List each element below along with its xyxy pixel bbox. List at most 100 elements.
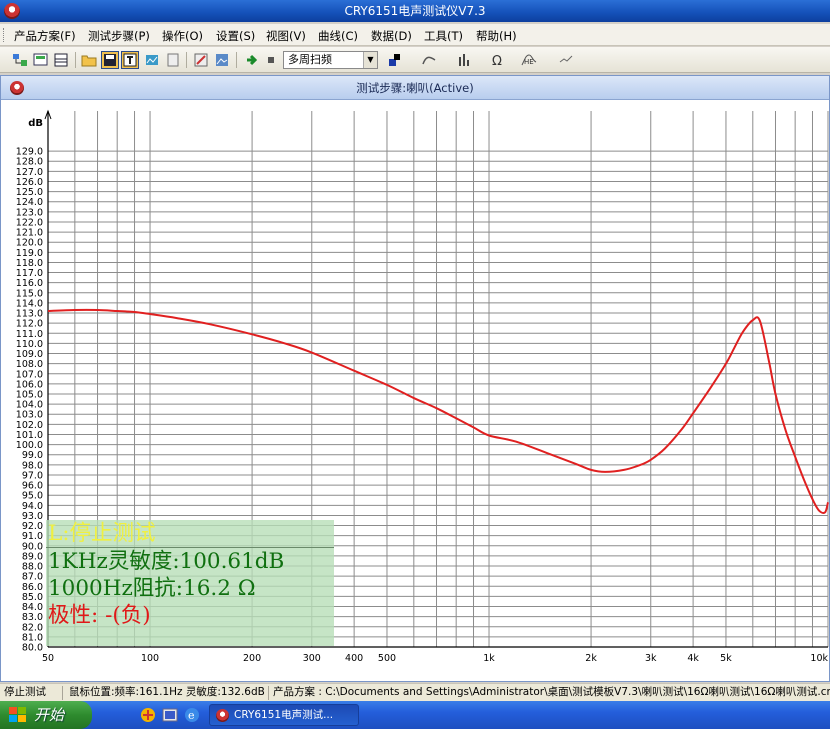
y-tick-label: 98.0 — [22, 460, 43, 471]
impedance-readout: 1000Hz阻抗:16.2 Ω — [48, 576, 256, 601]
start-label: 开始 — [34, 706, 65, 724]
status-bar: 停止测试 鼠标位置:频率:161.1Hz 灵敏度:132.6dB 产品方案 : … — [0, 683, 830, 701]
sweep-mode-value: 多周扫频 — [288, 53, 332, 66]
x-tick-label: 300 — [303, 653, 321, 664]
status-separator — [268, 686, 269, 700]
color-icon[interactable] — [386, 51, 404, 69]
taskbar: 开始 e CRY6151电声测试... — [0, 701, 830, 729]
status-product: 产品方案 : C:\Documents and Settings\Adminis… — [273, 686, 830, 698]
y-tick-label: 102.0 — [16, 420, 43, 431]
start-test-icon[interactable] — [242, 51, 260, 69]
x-tick-label: 50 — [42, 653, 54, 664]
y-tick-label: 89.0 — [22, 551, 43, 562]
taskbar-app-button[interactable]: CRY6151电声测试... — [209, 704, 359, 726]
import-icon[interactable] — [32, 51, 50, 69]
toolbar: Ω HE — [0, 47, 830, 73]
menu-view[interactable]: 视图(V) — [266, 28, 306, 44]
window-icon[interactable] — [164, 51, 182, 69]
x-tick-label: 4k — [687, 653, 699, 664]
status-separator — [62, 686, 63, 700]
status-cursor: 鼠标位置:频率:161.1Hz 灵敏度:132.6dB — [69, 686, 265, 698]
y-tick-label: 103.0 — [16, 410, 43, 421]
y-tick-label: 112.0 — [16, 319, 43, 330]
menu-test-steps[interactable]: 测试步骤(P) — [88, 28, 150, 44]
y-tick-label: 104.0 — [16, 400, 43, 411]
x-tick-label: 5k — [720, 653, 732, 664]
menu-grip[interactable] — [3, 28, 6, 42]
y-tick-label: 81.0 — [22, 632, 43, 643]
new-plan-icon[interactable] — [11, 51, 29, 69]
text-icon[interactable] — [121, 51, 139, 69]
menu-settings[interactable]: 设置(S) — [216, 28, 255, 44]
x-tick-label: 500 — [378, 653, 396, 664]
y-tick-label: 91.0 — [22, 531, 43, 542]
y-tick-label: 86.0 — [22, 582, 43, 593]
y-tick-label: 109.0 — [16, 349, 43, 360]
test-status-text: L:停止测试 — [48, 521, 156, 546]
stop-test-icon[interactable] — [262, 51, 280, 69]
y-tick-label: 83.0 — [22, 612, 43, 623]
y-tick-label: 117.0 — [16, 268, 43, 279]
y-tick-label: 122.0 — [16, 217, 43, 228]
menu-data[interactable]: 数据(D) — [371, 28, 412, 44]
child-app-icon[interactable] — [10, 81, 24, 95]
y-tick-label: 116.0 — [16, 278, 43, 289]
thd-icon[interactable]: HE — [520, 51, 538, 69]
y-tick-label: 87.0 — [22, 572, 43, 583]
menu-curve[interactable]: 曲线(C) — [318, 28, 358, 44]
y-tick-label: 114.0 — [16, 298, 43, 309]
y-tick-label: 100.0 — [16, 440, 43, 451]
x-tick-label: 200 — [243, 653, 261, 664]
result-overlay: L:停止测试 1KHz灵敏度:100.61dB 1000Hz阻抗:16.2 Ω … — [46, 520, 334, 646]
y-tick-label: 106.0 — [16, 379, 43, 390]
toolbar-separator — [236, 52, 237, 68]
y-tick-label: 118.0 — [16, 258, 43, 269]
chart-view-icon[interactable] — [143, 51, 161, 69]
menu-tools[interactable]: 工具(T) — [424, 28, 463, 44]
bar-tool-icon[interactable] — [455, 51, 473, 69]
layout-icon[interactable] — [52, 51, 70, 69]
y-tick-label: 80.0 — [22, 643, 43, 654]
open-folder-icon[interactable] — [80, 51, 98, 69]
ohm-icon[interactable]: Ω — [488, 51, 506, 69]
y-tick-label: 119.0 — [16, 248, 43, 259]
save-icon[interactable] — [101, 51, 119, 69]
y-tick-label: 101.0 — [16, 430, 43, 441]
y-tick-label: 120.0 — [16, 238, 43, 249]
y-tick-label: 92.0 — [22, 521, 43, 532]
x-tick-label: 10k — [810, 653, 828, 664]
y-tick-label: 111.0 — [16, 329, 43, 340]
sweep-mode-select[interactable]: 多周扫频 ▼ — [283, 51, 378, 69]
window-title: CRY6151电声测试仪V7.3 — [344, 4, 486, 18]
y-tick-label: 113.0 — [16, 309, 43, 320]
task-app-icon — [216, 709, 229, 722]
y-tick-label: 105.0 — [16, 390, 43, 401]
toolbar-separator — [75, 52, 76, 68]
app-icon[interactable] — [4, 3, 20, 19]
svg-text:Ω: Ω — [492, 54, 502, 68]
menu-product-plan[interactable]: 产品方案(F) — [14, 28, 76, 44]
x-tick-label: 400 — [345, 653, 363, 664]
start-button[interactable]: 开始 — [0, 701, 92, 729]
y-tick-label: 95.0 — [22, 491, 43, 502]
y-tick-label: 129.0 — [16, 147, 43, 158]
title-bar: CRY6151电声测试仪V7.3 — [0, 0, 830, 22]
task-label: CRY6151电声测试... — [234, 709, 334, 721]
y-tick-label: 127.0 — [16, 167, 43, 178]
menu-operation[interactable]: 操作(O) — [162, 28, 203, 44]
quicklaunch-browser-icon[interactable] — [140, 707, 156, 723]
picture-icon[interactable] — [213, 51, 231, 69]
y-tick-label: 90.0 — [22, 541, 43, 552]
edit-curve-icon[interactable] — [192, 51, 210, 69]
y-tick-label: 97.0 — [22, 470, 43, 481]
quicklaunch-ie-icon[interactable]: e — [184, 707, 200, 723]
y-tick-label: 94.0 — [22, 501, 43, 512]
svg-text:e: e — [188, 709, 195, 722]
y-tick-label: 93.0 — [22, 511, 43, 522]
quicklaunch-media-icon[interactable] — [162, 707, 178, 723]
curve-tool-icon[interactable] — [420, 51, 438, 69]
y-tick-label: 124.0 — [16, 197, 43, 208]
menu-help[interactable]: 帮助(H) — [476, 28, 517, 44]
noise-icon[interactable] — [557, 51, 575, 69]
chevron-down-icon[interactable]: ▼ — [363, 52, 377, 68]
